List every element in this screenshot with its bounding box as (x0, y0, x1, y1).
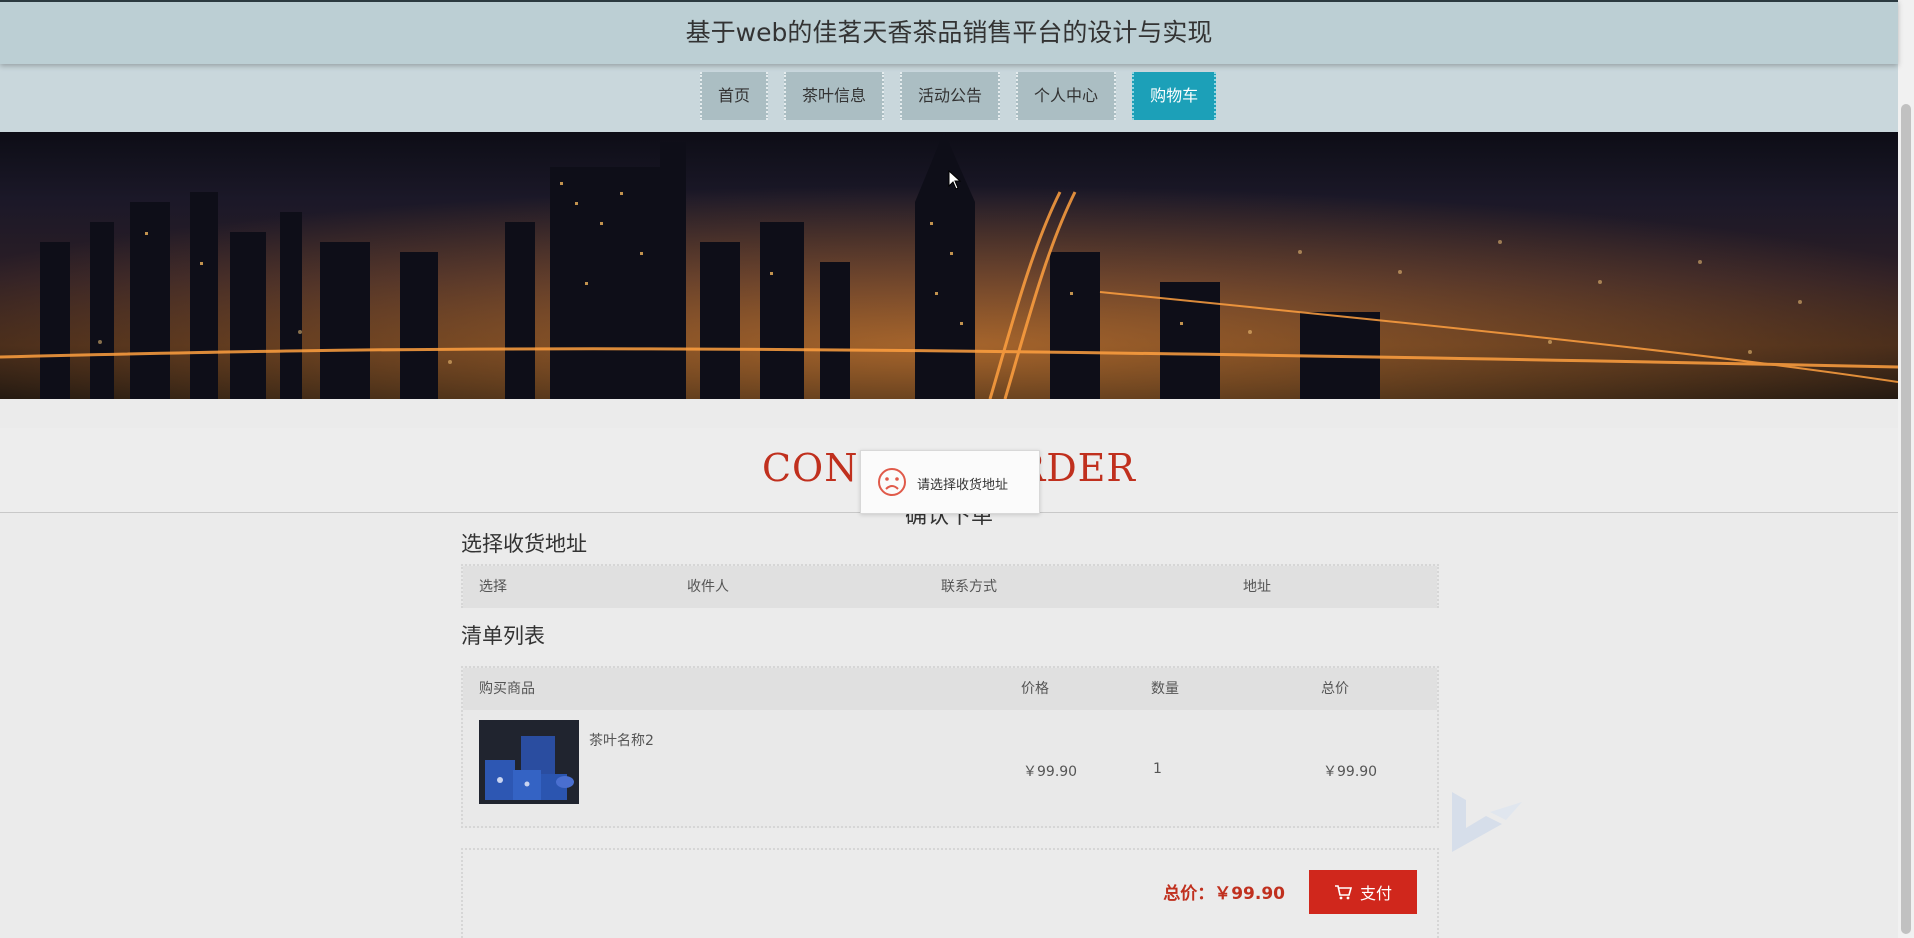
product-thumbnail[interactable] (479, 720, 579, 804)
cart-icon (1334, 885, 1352, 900)
nav-item-tea-info[interactable]: 茶叶信息 (784, 72, 885, 120)
site-title: 基于web的佳茗天香茶品销售平台的设计与实现 (685, 18, 1213, 47)
order-summary: 总价：￥99.90 支付 (461, 848, 1439, 938)
column-header-quantity: 数量 (1151, 681, 1179, 697)
toast-message: 请选择收货地址 (860, 450, 1040, 514)
scrollbar-thumb[interactable] (1901, 104, 1911, 934)
column-header-price: 价格 (1021, 681, 1049, 697)
column-header-address: 地址 (1243, 579, 1271, 595)
product-price: ￥99.90 (1023, 764, 1078, 780)
nav-items: 首页 茶叶信息 活动公告 个人中心 购物车 (700, 72, 1232, 120)
nav-item-home[interactable]: 首页 (700, 72, 769, 120)
column-header-product: 购买商品 (479, 681, 535, 697)
address-table: 选择 收件人 联系方式 地址 (461, 564, 1439, 608)
mouse-cursor-icon (948, 169, 962, 194)
pay-button-label: 支付 (1359, 884, 1392, 903)
pay-button[interactable]: 支付 (1309, 870, 1417, 914)
order-list-title: 清单列表 (461, 624, 545, 648)
total-label-text: 总价： (1163, 884, 1215, 904)
order-total: 总价：￥99.90 (1163, 879, 1285, 904)
vertical-scrollbar[interactable] (1898, 0, 1914, 938)
nav-item-announcements[interactable]: 活动公告 (900, 72, 1001, 120)
watermark-logo (1450, 782, 1524, 864)
product-quantity: 1 (1153, 761, 1162, 777)
total-value: ￥99.90 (1214, 884, 1285, 904)
site-header: 基于web的佳茗天香茶品销售平台的设计与实现 (0, 0, 1898, 64)
toast-text: 请选择收货地址 (917, 478, 1009, 493)
product-name[interactable]: 茶叶名称2 (589, 730, 654, 750)
table-row: 茶叶名称2 ￥99.90 1 ￥99.90 (463, 710, 1437, 828)
order-list-header: 购买商品 价格 数量 总价 (463, 668, 1437, 710)
sad-face-icon (877, 467, 907, 501)
nav-item-personal-center[interactable]: 个人中心 (1016, 72, 1117, 120)
column-header-select: 选择 (479, 579, 507, 595)
column-header-recipient: 收件人 (687, 579, 729, 595)
column-header-contact: 联系方式 (941, 579, 997, 595)
column-header-total: 总价 (1321, 681, 1349, 697)
address-table-header: 选择 收件人 联系方式 地址 (463, 566, 1437, 608)
product-total: ￥99.90 (1323, 764, 1378, 780)
order-list-table: 购买商品 价格 数量 总价 茶叶名称2 ￥99.90 1 ￥99.90 (461, 666, 1439, 828)
main-nav: 首页 茶叶信息 活动公告 个人中心 购物车 (0, 62, 1898, 132)
nav-item-cart[interactable]: 购物车 (1132, 72, 1217, 120)
address-section-title: 选择收货地址 (461, 532, 587, 556)
